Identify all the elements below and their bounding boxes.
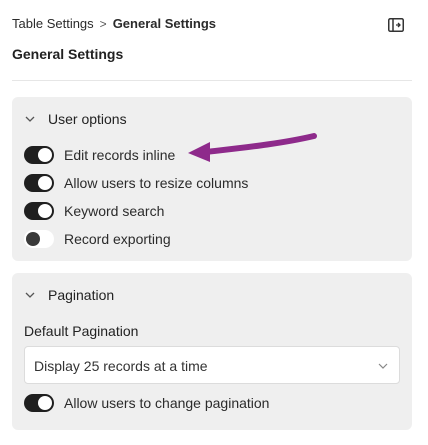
toggle-record-exporting[interactable]: Record exporting bbox=[24, 229, 171, 249]
toggle-switch[interactable] bbox=[24, 394, 54, 412]
user-options-title: User options bbox=[48, 111, 127, 127]
default-pagination-label: Default Pagination bbox=[24, 323, 139, 339]
breadcrumb-current: General Settings bbox=[112, 16, 216, 31]
chevron-down-icon bbox=[25, 292, 35, 298]
toggle-switch[interactable] bbox=[24, 230, 54, 248]
chevron-down-icon bbox=[378, 363, 388, 369]
breadcrumb-parent[interactable]: Table Settings bbox=[12, 16, 94, 31]
toggle-switch[interactable] bbox=[24, 202, 54, 220]
toggle-label: Edit records inline bbox=[64, 147, 176, 163]
toggle-change-pagination[interactable]: Allow users to change pagination bbox=[24, 393, 269, 413]
toggle-resize-columns[interactable]: Allow users to resize columns bbox=[24, 173, 248, 193]
toggle-keyword-search[interactable]: Keyword search bbox=[24, 201, 164, 221]
chevron-down-icon bbox=[25, 116, 35, 122]
header: Table Settings > General Settings bbox=[12, 10, 408, 38]
user-options-header[interactable]: User options bbox=[24, 110, 127, 128]
toggle-label: Allow users to resize columns bbox=[64, 175, 249, 191]
pagination-section: Pagination Default Pagination Display 25… bbox=[12, 273, 412, 430]
collapse-panel-icon[interactable] bbox=[388, 18, 404, 32]
divider bbox=[12, 80, 412, 81]
toggle-edit-records-inline[interactable]: Edit records inline bbox=[24, 145, 175, 165]
toggle-label: Record exporting bbox=[64, 231, 171, 247]
toggle-switch[interactable] bbox=[24, 146, 54, 164]
breadcrumb-separator: > bbox=[99, 16, 107, 31]
pagination-header[interactable]: Pagination bbox=[24, 286, 114, 304]
toggle-switch[interactable] bbox=[24, 174, 54, 192]
toggle-label: Allow users to change pagination bbox=[64, 395, 270, 411]
page-title: General Settings bbox=[12, 46, 124, 62]
breadcrumb: Table Settings > General Settings bbox=[12, 16, 216, 31]
pagination-title: Pagination bbox=[48, 287, 115, 303]
user-options-section: User options Edit records inline Allow u… bbox=[12, 97, 412, 261]
default-pagination-select[interactable]: Display 25 records at a time bbox=[24, 346, 400, 384]
select-value: Display 25 records at a time bbox=[34, 358, 208, 374]
toggle-label: Keyword search bbox=[64, 203, 165, 219]
